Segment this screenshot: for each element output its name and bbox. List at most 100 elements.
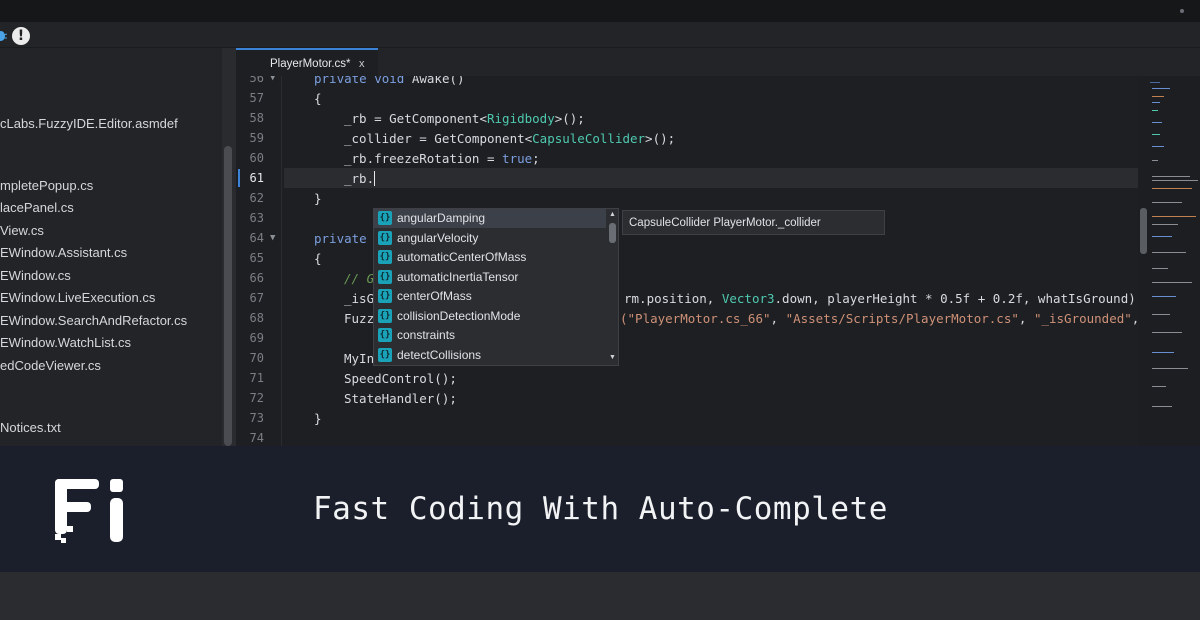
detail-text: CapsuleCollider PlayerMotor._collider [629, 217, 821, 229]
scroll-up-arrow-icon[interactable]: ▲ [609, 211, 616, 218]
text-cursor [374, 171, 376, 186]
autocomplete-item[interactable]: {} automaticCenterOfMass [374, 248, 606, 267]
line-number: 59 [249, 131, 264, 145]
scroll-down-arrow-icon[interactable]: ▼ [609, 354, 616, 361]
code-line: _rb = GetComponent<Rigidbody>(); [344, 111, 585, 126]
autocomplete-item[interactable]: {} detectCollisions [374, 346, 606, 365]
line-number: 68 [249, 311, 264, 325]
editor-tab-strip: PlayerMotor.cs* x [236, 48, 1200, 76]
current-line-highlight [282, 168, 1138, 188]
autocomplete-item[interactable]: {} collisionDetectionMode [374, 307, 606, 326]
code-line: { [314, 251, 322, 266]
autocomplete-item-label: angularDamping [397, 211, 486, 225]
line-number: 62 [249, 191, 264, 205]
file-item[interactable]: View.cs [0, 223, 44, 238]
code-line: private [314, 231, 367, 246]
file-item[interactable]: EWindow.cs [0, 268, 71, 283]
autocomplete-item-label: constraints [397, 328, 456, 342]
line-number: 72 [249, 391, 264, 405]
line-number-active: 61 [249, 171, 264, 185]
autocomplete-scrollbar-thumb[interactable] [609, 223, 616, 243]
autocomplete-item[interactable]: {} centerOfMass [374, 287, 606, 306]
file-item[interactable]: cLabs.FuzzyIDE.Editor.asmdef [0, 116, 178, 131]
property-icon: {} [378, 211, 392, 225]
file-item[interactable]: EWindow.WatchList.cs [0, 335, 131, 350]
tab-close-icon[interactable]: x [359, 58, 365, 70]
code-line: } [314, 411, 322, 426]
code-line: { [314, 91, 322, 106]
editor-scrollbar-thumb[interactable] [1140, 208, 1147, 254]
file-item[interactable]: Notices.txt [0, 420, 61, 435]
autocomplete-item-label: centerOfMass [397, 289, 472, 303]
file-item[interactable]: EWindow.SearchAndRefactor.cs [0, 313, 187, 328]
autocomplete-item-selected[interactable]: {} angularDamping [374, 209, 606, 228]
property-icon: {} [378, 328, 392, 342]
code-line: _isG [344, 291, 375, 306]
autocomplete-item[interactable]: {} angularVelocity [374, 229, 606, 248]
warning-icon[interactable]: ! [12, 27, 30, 45]
property-icon: {} [378, 289, 392, 303]
property-icon: {} [378, 269, 392, 284]
line-number: 64 [249, 231, 264, 245]
line-number: 60 [249, 151, 264, 165]
line-number: 73 [249, 411, 264, 425]
fold-toggle-icon[interactable]: ▼ [270, 76, 275, 83]
line-number: 74 [249, 431, 264, 445]
code-line: rm.position, Vector3.down, playerHeight … [624, 291, 1144, 306]
window-menu-dot[interactable] [1180, 9, 1184, 13]
autocomplete-item[interactable]: {} constraints [374, 326, 606, 345]
code-line: _rb.freezeRotation = true; [344, 151, 540, 166]
sidebar-scrollbar-thumb[interactable] [224, 146, 232, 446]
property-icon: {} [378, 230, 392, 245]
autocomplete-detail-tooltip: CapsuleCollider PlayerMotor._collider [622, 210, 885, 235]
autocomplete-item-label: automaticCenterOfMass [397, 250, 527, 264]
code-line: _collider = GetComponent<CapsuleCollider… [344, 131, 676, 146]
code-line: MyIn [344, 351, 375, 366]
title-bar [0, 0, 1200, 22]
line-number: 65 [249, 251, 264, 265]
line-number: 69 [249, 331, 264, 345]
file-item[interactable]: edCodeViewer.cs [0, 358, 101, 373]
tab-label: PlayerMotor.cs* [270, 58, 351, 70]
file-item[interactable]: EWindow.LiveExecution.cs [0, 290, 155, 305]
line-number: 70 [249, 351, 264, 365]
file-item[interactable]: EWindow.Assistant.cs [0, 245, 127, 260]
tab-playermotor[interactable]: PlayerMotor.cs* x [236, 48, 378, 76]
autocomplete-item-label: detectCollisions [397, 347, 482, 362]
code-line: ("PlayerMotor.cs_66", "Assets/Scripts/Pl… [620, 311, 1154, 326]
property-icon: {} [378, 250, 392, 264]
fold-toggle-icon[interactable]: ▼ [270, 233, 275, 243]
banner-title: Fast Coding With Auto-Complete [313, 491, 888, 527]
code-minimap[interactable] [1138, 76, 1200, 446]
code-line: StateHandler(); [344, 391, 457, 406]
property-icon: {} [378, 347, 392, 362]
line-number: 71 [249, 371, 264, 385]
code-line: // G [344, 271, 375, 286]
line-number: 56 [249, 76, 264, 85]
autocomplete-item[interactable]: {} automaticInertiaTensor [374, 268, 606, 287]
property-icon: {} [378, 308, 392, 323]
line-number: 67 [249, 291, 264, 305]
line-number: 57 [249, 91, 264, 105]
code-line: SpeedControl(); [344, 371, 457, 386]
promo-banner: Fast Coding With Auto-Complete [0, 446, 1200, 572]
project-file-tree: cLabs.FuzzyIDE.Editor.asmdef mpletePopup… [0, 48, 236, 446]
line-number: 66 [249, 271, 264, 285]
line-number: 58 [249, 111, 264, 125]
autocomplete-item-label: automaticInertiaTensor [397, 269, 519, 284]
bug-icon[interactable] [0, 28, 7, 42]
line-number: 63 [249, 211, 264, 225]
file-item[interactable]: lacePanel.cs [0, 200, 74, 215]
bottom-area [0, 572, 1200, 620]
autocomplete-item-label: angularVelocity [397, 230, 479, 245]
autocomplete-popup: {} angularDamping {} angularVelocity {} … [373, 208, 619, 366]
autocomplete-item-label: collisionDetectionMode [397, 308, 521, 323]
code-line: } [314, 191, 322, 206]
fuzzy-ide-logo-icon [55, 479, 123, 543]
code-line: private void Awake() [314, 76, 465, 86]
line-gutter: 56 57 58 59 60 61 62 63 64 65 66 67 68 6… [236, 76, 284, 446]
code-line: Fuzz [344, 311, 375, 326]
code-line-active: _rb. [344, 171, 376, 186]
file-item[interactable]: mpletePopup.cs [0, 178, 93, 193]
toolbar: ! [0, 22, 1200, 48]
